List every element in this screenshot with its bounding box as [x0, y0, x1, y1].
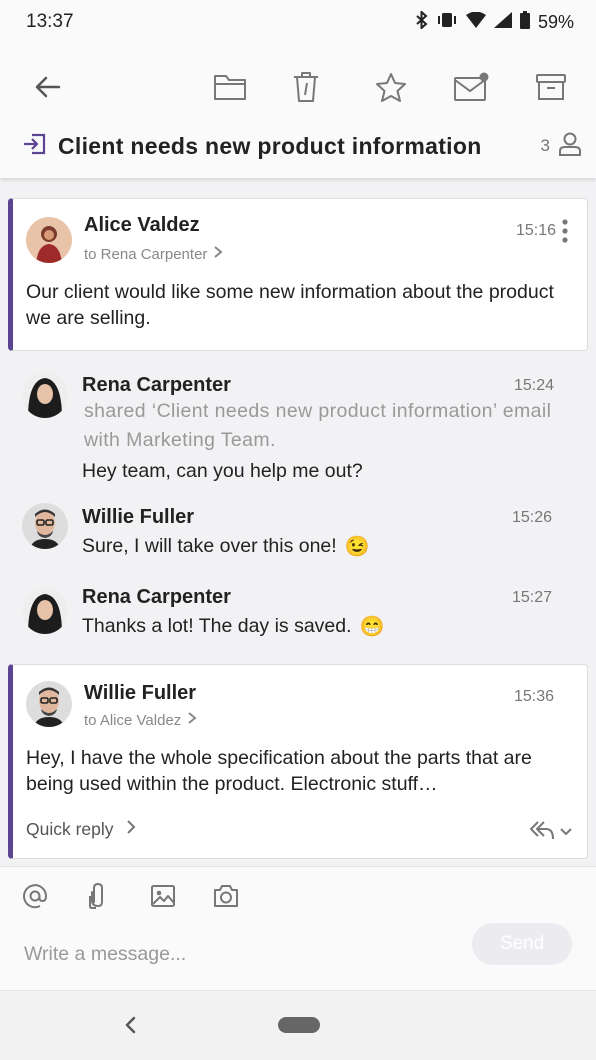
grin-emoji: 😁 [359, 616, 385, 638]
recipient-line[interactable]: to Alice Valdez [84, 711, 197, 729]
message-body: Our client would like some new informati… [26, 281, 554, 329]
vibrate-icon [436, 11, 458, 34]
message-card[interactable]: Willie Fuller to Alice Valdez 15:36 Hey,… [8, 664, 588, 859]
conversation-toolbar: Client needs new product information 3 [0, 46, 596, 178]
folder-icon[interactable] [211, 68, 249, 106]
back-arrow-icon[interactable] [28, 68, 66, 106]
quick-reply-label: Quick reply [26, 819, 114, 839]
avatar-willie-fuller [22, 503, 68, 549]
message-item[interactable]: Willie Fuller 15:26 Sure, I will take ov… [0, 496, 596, 560]
chevron-right-icon [213, 245, 223, 263]
sender-name: Rena Carpenter [82, 586, 231, 608]
attachment-icon[interactable] [83, 881, 113, 911]
conversation-subject: Client needs new product information [58, 132, 482, 159]
system-nav-bar [0, 990, 596, 1060]
signal-icon [493, 12, 512, 33]
image-icon[interactable] [148, 881, 178, 911]
recipient-line[interactable]: to Rena Carpenter [84, 245, 223, 263]
message-input[interactable] [22, 935, 456, 973]
shared-notice: shared ‘Client needs new product informa… [84, 400, 552, 451]
move-to-inbox-icon [22, 133, 46, 160]
trash-icon[interactable] [287, 68, 325, 106]
wink-emoji: 😉 [344, 536, 370, 558]
archive-icon[interactable] [532, 68, 570, 106]
status-bar: 13:37 59% [0, 0, 596, 46]
message-line: Sure, I will take over this one! 😉 [82, 534, 370, 559]
avatar-willie-fuller [26, 681, 72, 727]
reply-all-icon [529, 819, 555, 846]
avatar-rena-carpenter [22, 588, 68, 634]
participant-count: 3 [540, 136, 550, 155]
home-pill[interactable] [278, 1017, 320, 1033]
participants-icon[interactable] [558, 131, 582, 162]
sender-name: Willie Fuller [84, 682, 197, 704]
subject-row: Client needs new product information 3 [22, 128, 582, 164]
message-card[interactable]: Alice Valdez to Rena Carpenter 15:16 Our… [8, 198, 588, 351]
sender-name: Alice Valdez [84, 214, 200, 236]
sender-name: Rena Carpenter [82, 374, 231, 396]
message-time: 15:26 [512, 509, 553, 526]
wifi-icon [465, 11, 486, 33]
message-body: Hey, I have the whole specification abou… [26, 747, 532, 795]
quick-reply-button[interactable]: Quick reply [26, 819, 136, 840]
chevron-right-icon [126, 819, 136, 840]
message-time: 15:24 [514, 377, 555, 394]
mark-unread-icon[interactable] [452, 68, 490, 106]
avatar-rena-carpenter [22, 372, 68, 418]
message-item[interactable]: Rena Carpenter 15:27 Thanks a lot! The d… [0, 576, 596, 640]
message-time: 15:36 [514, 688, 555, 705]
battery-icon [519, 11, 530, 34]
camera-icon[interactable] [211, 881, 241, 911]
more-options-icon[interactable] [560, 218, 570, 249]
reply-options-button[interactable] [529, 819, 573, 846]
send-button[interactable]: Send [472, 923, 572, 965]
message-line: Thanks a lot! The day is saved. 😁 [82, 614, 384, 639]
message-text: Sure, I will take over this one! [82, 535, 337, 557]
message-time: 15:16 [516, 222, 557, 239]
star-icon[interactable] [372, 68, 410, 106]
sender-name: Willie Fuller [82, 506, 195, 528]
nav-back-icon[interactable] [123, 1015, 137, 1040]
composer: Send [0, 866, 596, 991]
mention-icon[interactable] [20, 881, 50, 911]
recipient-text: to Alice Valdez [84, 711, 182, 729]
chevron-right-icon [187, 711, 197, 729]
message-text: Thanks a lot! The day is saved. [82, 615, 352, 637]
message-text: Hey team, can you help me out? [82, 460, 363, 482]
battery-percent: 59% [537, 12, 574, 32]
recipient-text: to Rena Carpenter [84, 245, 208, 263]
message-time: 15:27 [512, 589, 553, 606]
status-icons: 59% [416, 9, 574, 34]
avatar-alice-valdez [26, 217, 72, 263]
bluetooth-icon [416, 9, 428, 34]
message-item[interactable]: Rena Carpenter 15:24 shared ‘Client need… [0, 364, 596, 486]
status-time: 13:37 [26, 11, 74, 32]
chevron-down-icon [559, 824, 573, 842]
